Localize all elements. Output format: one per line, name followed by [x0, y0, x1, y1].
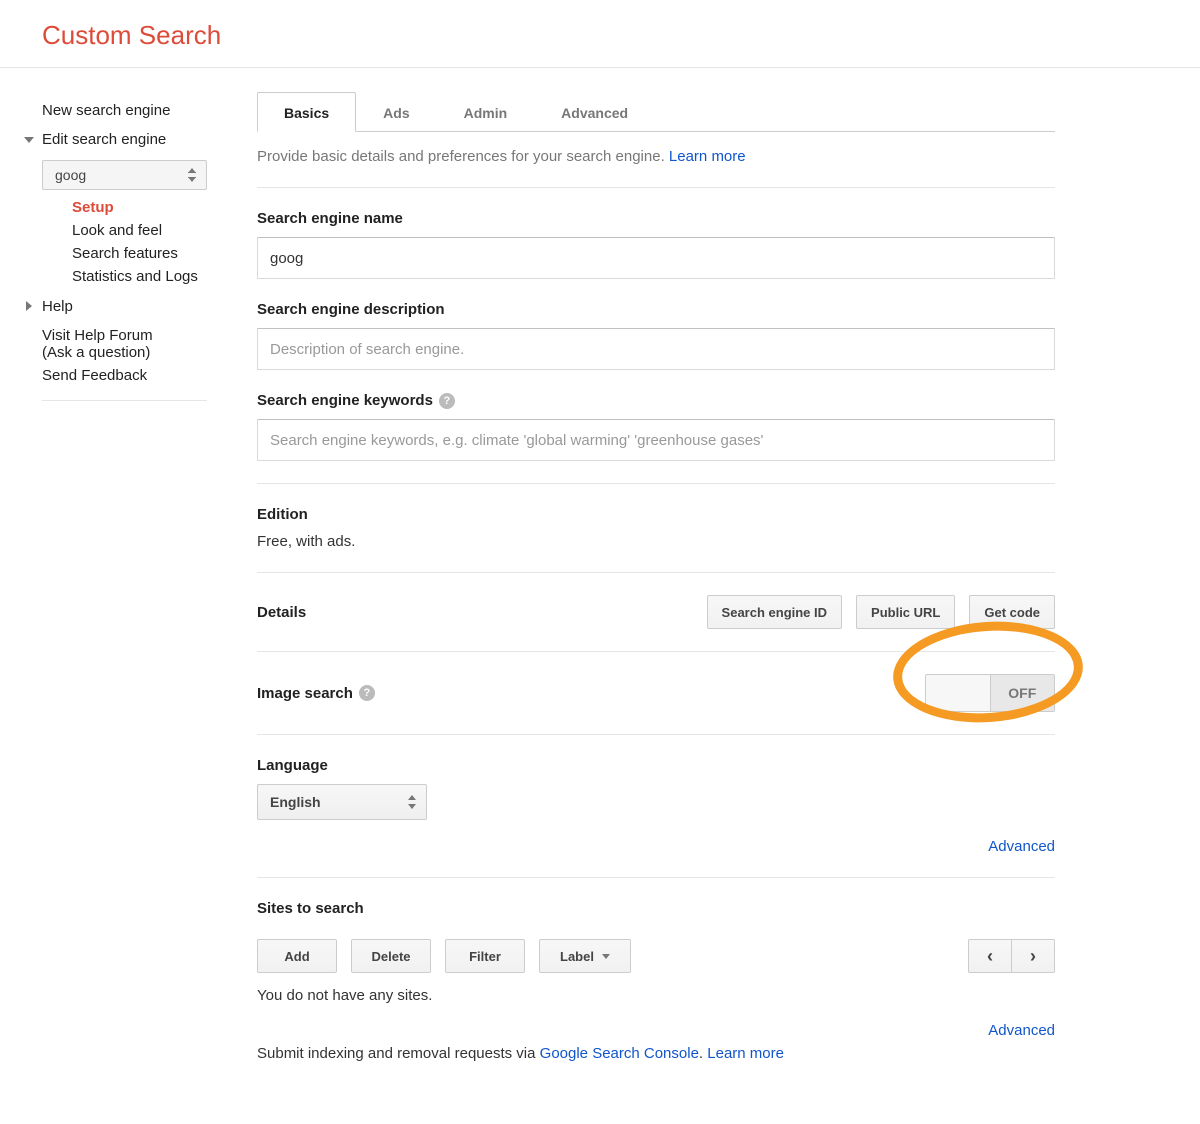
page-title: Custom Search — [0, 0, 1200, 67]
empty-sites-message: You do not have any sites. — [257, 987, 1055, 1004]
section-name: Search engine name — [257, 187, 1055, 301]
edition-value: Free, with ads. — [257, 533, 1055, 550]
intro-learn-more-link[interactable]: Learn more — [669, 148, 746, 165]
name-label: Search engine name — [257, 210, 1055, 227]
sidebar-divider — [42, 400, 207, 401]
image-search-toggle[interactable]: OFF — [925, 674, 1055, 712]
keywords-input[interactable] — [257, 419, 1055, 461]
image-search-label: Image search ? — [257, 685, 375, 702]
language-select[interactable]: English — [257, 784, 427, 820]
toggle-off: OFF — [991, 675, 1055, 711]
indexing-learn-more-link[interactable]: Learn more — [707, 1045, 784, 1062]
language-value: English — [270, 794, 321, 810]
label-button-text: Label — [560, 949, 594, 964]
sidebar-edit-engine[interactable]: Edit search engine — [24, 125, 235, 154]
tab-ads[interactable]: Ads — [356, 92, 436, 132]
engine-selector-value: goog — [55, 167, 86, 183]
details-label: Details — [257, 604, 306, 621]
sidebar-sub-look[interactable]: Look and feel — [24, 219, 235, 242]
tab-admin[interactable]: Admin — [437, 92, 535, 132]
indexing-note: Submit indexing and removal requests via… — [257, 1039, 1055, 1062]
section-edition: Edition Free, with ads. — [257, 483, 1055, 572]
chevron-right-icon: › — [1030, 946, 1036, 967]
delete-button[interactable]: Delete — [351, 939, 431, 973]
section-details: Details Search engine ID Public URL Get … — [257, 572, 1055, 651]
sidebar-visit-forum[interactable]: Visit Help Forum (Ask a question) — [24, 321, 235, 361]
desc-label: Search engine description — [257, 301, 1055, 318]
prev-page-button[interactable]: ‹ — [968, 939, 1012, 973]
sort-arrows-icon — [408, 795, 416, 809]
visit-forum-line2: (Ask a question) — [42, 344, 150, 361]
sidebar-sub-stats[interactable]: Statistics and Logs — [24, 265, 235, 288]
image-search-label-text: Image search — [257, 685, 353, 702]
main-content: Basics Ads Admin Advanced Provide basic … — [235, 68, 1095, 1124]
indexing-pre: Submit indexing and removal requests via — [257, 1045, 540, 1062]
intro-copy: Provide basic details and preferences fo… — [257, 148, 669, 165]
sidebar-send-feedback[interactable]: Send Feedback — [24, 361, 235, 390]
tab-basics[interactable]: Basics — [257, 92, 356, 132]
sort-arrows-icon — [188, 168, 196, 182]
sidebar-new-engine[interactable]: New search engine — [24, 96, 235, 125]
language-advanced-link[interactable]: Advanced — [988, 838, 1055, 855]
search-engine-id-button[interactable]: Search engine ID — [707, 595, 842, 629]
section-image-search: Image search ? OFF — [257, 651, 1055, 734]
engine-selector[interactable]: goog — [42, 160, 207, 190]
name-input[interactable] — [257, 237, 1055, 279]
help-icon[interactable]: ? — [439, 393, 455, 409]
get-code-button[interactable]: Get code — [969, 595, 1055, 629]
section-sites: Sites to search Add Delete Filter Label … — [257, 877, 1055, 1084]
intro-text: Provide basic details and preferences fo… — [257, 132, 1055, 187]
desc-input[interactable] — [257, 328, 1055, 370]
tabs: Basics Ads Admin Advanced — [257, 92, 1055, 132]
filter-button[interactable]: Filter — [445, 939, 525, 973]
tab-advanced[interactable]: Advanced — [534, 92, 655, 132]
caret-down-icon — [602, 954, 610, 959]
add-button[interactable]: Add — [257, 939, 337, 973]
public-url-button[interactable]: Public URL — [856, 595, 955, 629]
sidebar-sub-setup[interactable]: Setup — [24, 196, 235, 219]
details-buttons: Search engine ID Public URL Get code — [707, 595, 1055, 629]
keywords-label-text: Search engine keywords — [257, 392, 433, 409]
sidebar-help[interactable]: Help — [24, 292, 235, 321]
sites-advanced-link[interactable]: Advanced — [988, 1022, 1055, 1039]
sites-label: Sites to search — [257, 900, 1055, 917]
keywords-label: Search engine keywords ? — [257, 392, 1055, 409]
sidebar-sub-search-features[interactable]: Search features — [24, 242, 235, 265]
visit-forum-line1: Visit Help Forum — [42, 327, 153, 344]
edition-label: Edition — [257, 506, 1055, 523]
pager: ‹ › — [968, 939, 1055, 973]
sidebar: New search engine Edit search engine goo… — [0, 68, 235, 1124]
toggle-on — [926, 675, 991, 711]
indexing-post: . — [699, 1045, 707, 1062]
next-page-button[interactable]: › — [1011, 939, 1055, 973]
language-label: Language — [257, 757, 1055, 774]
sites-toolbar: Add Delete Filter Label ‹ › — [257, 939, 1055, 973]
search-console-link[interactable]: Google Search Console — [540, 1045, 699, 1062]
help-icon[interactable]: ? — [359, 685, 375, 701]
chevron-left-icon: ‹ — [987, 946, 993, 967]
section-language: Language English Advanced — [257, 734, 1055, 877]
label-button[interactable]: Label — [539, 939, 631, 973]
